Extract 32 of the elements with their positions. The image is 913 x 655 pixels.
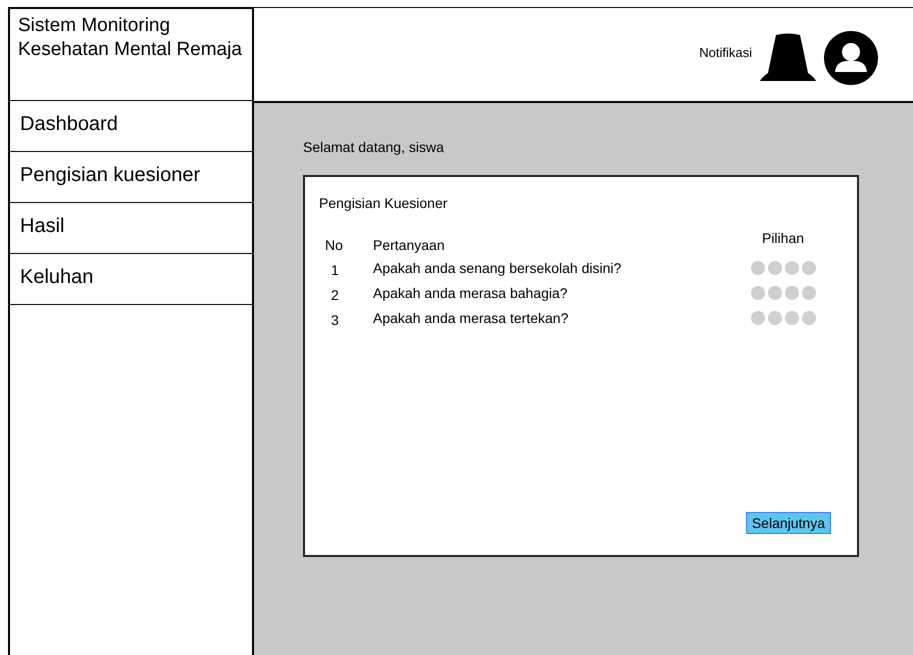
sidebar-item[interactable]: Keluhan [10,254,252,305]
radio-option[interactable] [768,311,782,325]
sidebar-item[interactable]: Pengisian kuesioner [10,152,252,203]
radio-option[interactable] [750,311,764,325]
column-header: Pilihan [760,230,806,246]
row-number: 2 [330,286,340,303]
radio-option[interactable] [768,286,782,300]
app-title: Sistem Monitoring Kesehatan Mental Remaja [10,9,252,101]
next-button[interactable]: Selanjutnya [746,512,831,534]
row-number: 3 [330,311,340,328]
question-text: Apakah anda senang bersekolah disini? [373,260,622,276]
bell-icon[interactable] [758,32,818,82]
radio-option[interactable] [784,311,798,325]
card-title: Pengisian Kuesioner [319,195,448,211]
column-header: No [324,236,344,253]
row-number: 1 [330,261,340,278]
radio-option[interactable] [802,286,816,300]
column-header: Pertanyaan [373,236,446,253]
welcome-text: Selamat datang, siswa [303,139,445,155]
question-text: Apakah anda merasa bahagia? [373,285,569,301]
radio-option[interactable] [784,261,798,275]
sidebar-item[interactable]: Hasil [10,203,252,254]
radio-option[interactable] [768,261,782,275]
radio-option[interactable] [750,286,764,300]
notification-label: Notifikasi [699,45,752,60]
radio-option[interactable] [802,311,816,325]
sidebar-item[interactable]: Dashboard [10,101,252,152]
radio-option[interactable] [784,286,798,300]
radio-option[interactable] [750,261,764,275]
question-text: Apakah anda merasa tertekan? [373,310,570,326]
user-avatar-icon[interactable] [824,30,878,84]
radio-option[interactable] [802,261,816,275]
